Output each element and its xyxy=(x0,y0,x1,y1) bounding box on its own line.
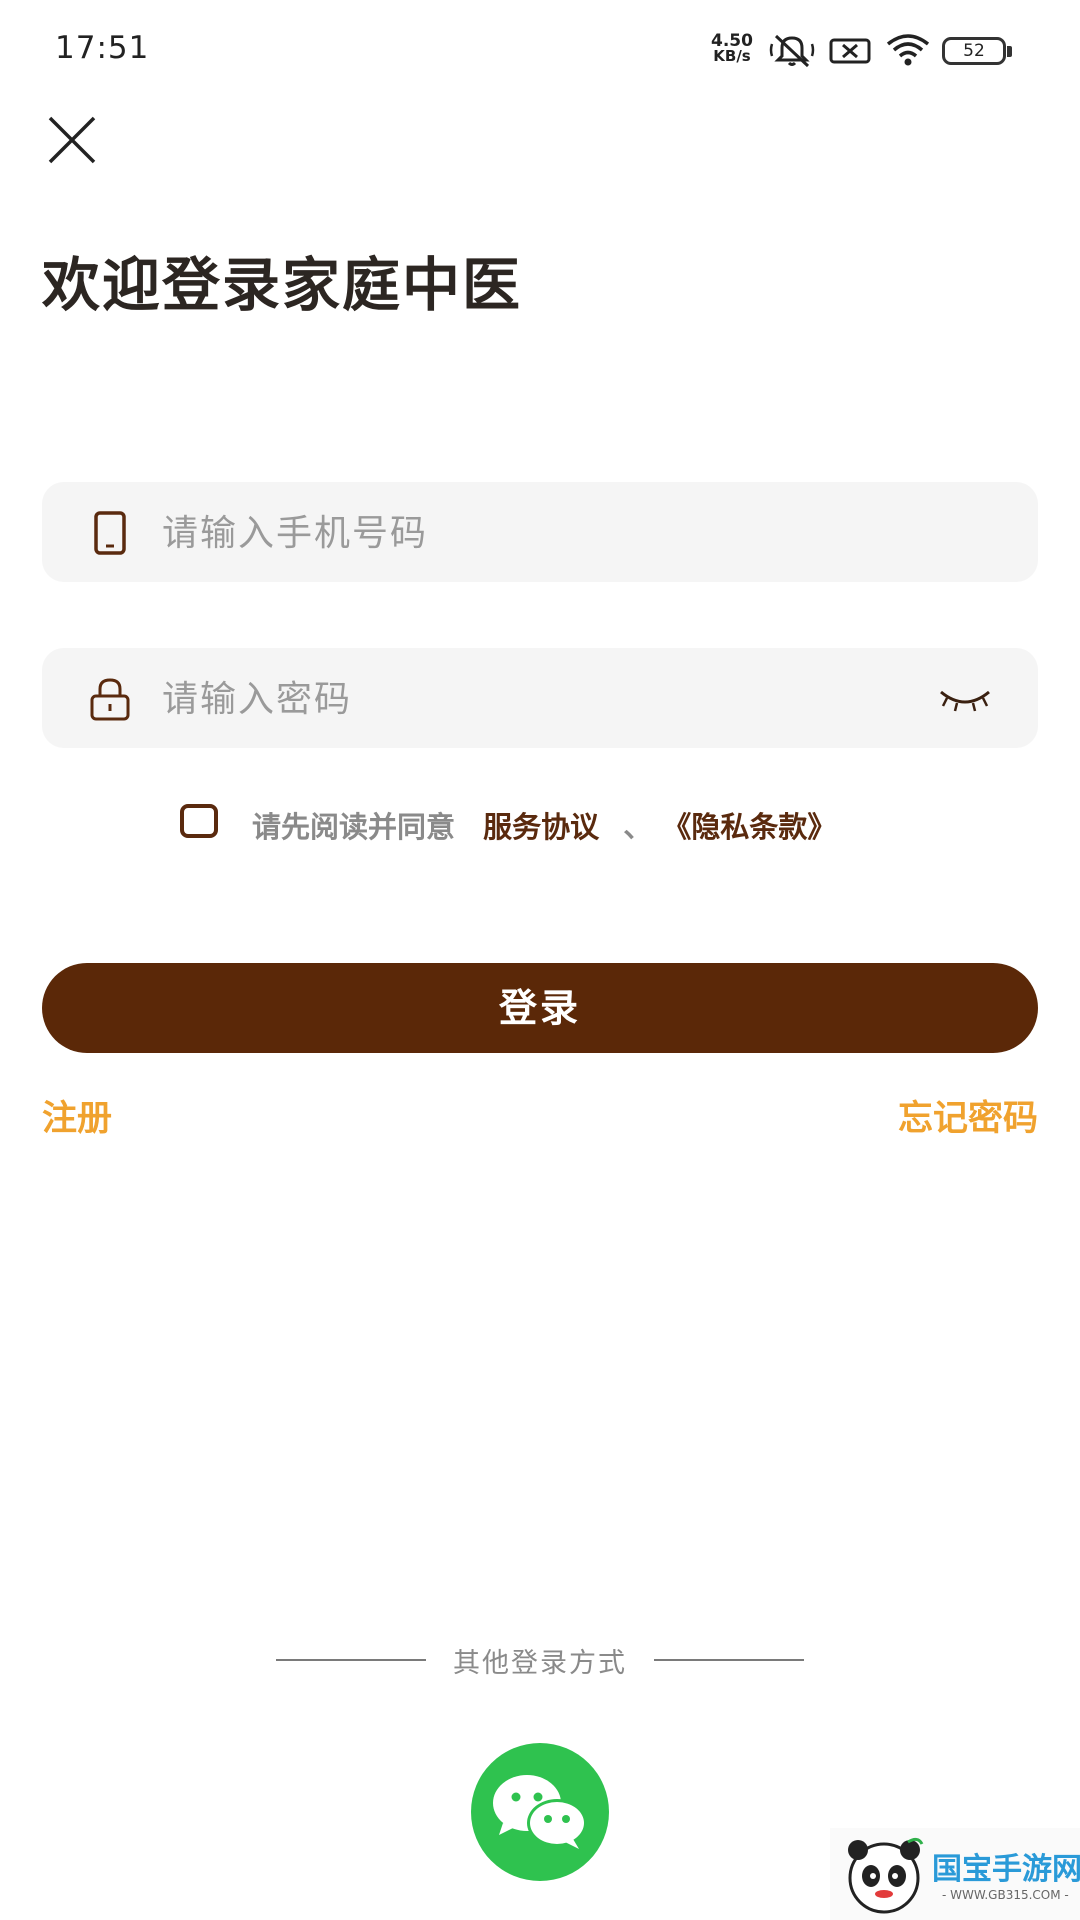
divider-right xyxy=(654,1659,804,1661)
other-login-label: 其他登录方式 xyxy=(453,1648,627,1679)
status-time: 17:51 xyxy=(55,30,150,66)
watermark: 国宝手游网 - WWW.GB315.COM - xyxy=(830,1828,1080,1920)
agreement-text: 请先阅读并同意 服务协议 、 《隐私条款》 xyxy=(252,804,836,846)
eye-closed-icon[interactable] xyxy=(937,684,993,714)
phone-icon xyxy=(94,511,126,555)
wifi-icon xyxy=(886,34,930,66)
close-icon[interactable] xyxy=(44,112,100,168)
agreement-separator: 、 xyxy=(623,810,653,844)
divider-left xyxy=(276,1659,426,1661)
login-button[interactable]: 登录 xyxy=(42,963,1038,1053)
mute-icon xyxy=(769,34,815,68)
privacy-link[interactable]: 《隐私条款》 xyxy=(662,810,836,844)
agreement-checkbox[interactable] xyxy=(180,804,218,838)
phone-field[interactable] xyxy=(42,482,1038,584)
password-input[interactable] xyxy=(160,648,944,750)
wechat-login-button[interactable] xyxy=(471,1743,609,1881)
password-field[interactable] xyxy=(42,648,1038,750)
network-speed: 4.50 KB/s xyxy=(707,33,757,65)
panda-logo-icon xyxy=(848,1837,924,1914)
no-sim-icon xyxy=(829,38,871,64)
phone-input[interactable] xyxy=(160,482,944,584)
wechat-icon xyxy=(493,1775,587,1849)
forgot-password-link[interactable]: 忘记密码 xyxy=(898,1090,1038,1141)
terms-link[interactable]: 服务协议 xyxy=(483,810,599,844)
page-title: 欢迎登录家庭中医 xyxy=(42,251,523,319)
battery-tip xyxy=(1007,46,1012,57)
battery-indicator: 52 xyxy=(942,37,1006,65)
watermark-url: - WWW.GB315.COM - xyxy=(942,1888,1069,1902)
agreement-prefix: 请先阅读并同意 xyxy=(252,810,456,844)
lock-icon xyxy=(90,678,130,721)
register-link[interactable]: 注册 xyxy=(42,1090,112,1141)
watermark-text: 国宝手游网 xyxy=(932,1852,1080,1887)
net-speed-unit: KB/s xyxy=(713,47,751,65)
